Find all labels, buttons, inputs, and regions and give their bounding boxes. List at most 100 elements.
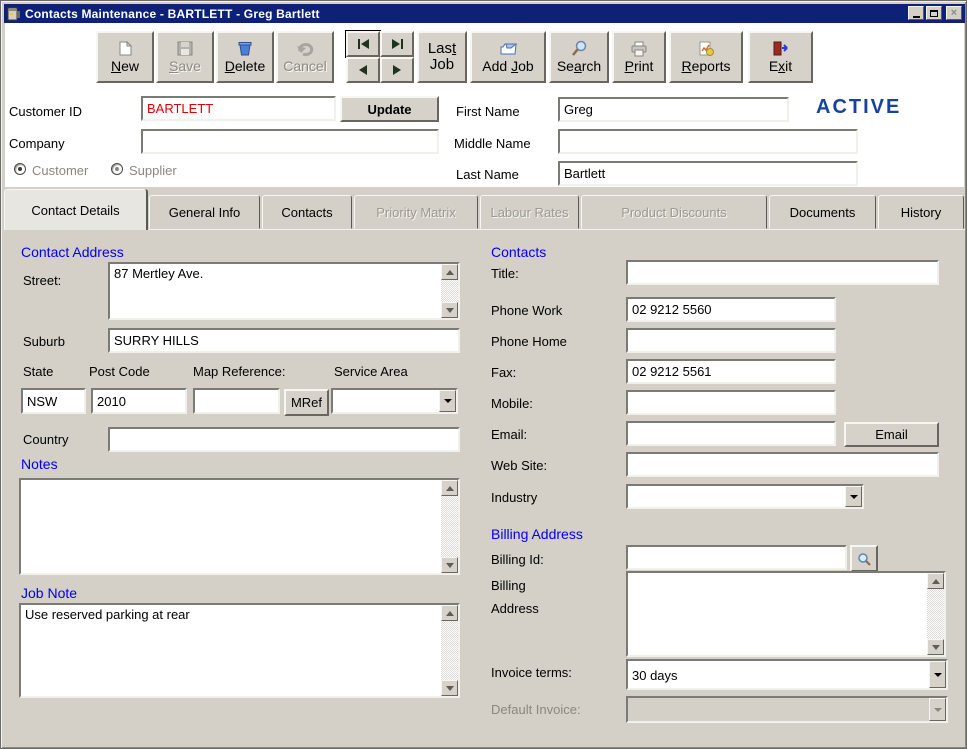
chevron-down-icon	[444, 399, 452, 403]
billing-address-textarea[interactable]	[628, 573, 927, 655]
exit-door-icon	[771, 40, 791, 57]
service-area-label: Service Area	[334, 364, 408, 379]
scroll-down-icon	[446, 686, 454, 691]
invoice-terms-select[interactable]: 30 days	[626, 659, 948, 690]
scroll-up-button[interactable]	[441, 264, 458, 280]
scroll-down-button[interactable]	[441, 680, 458, 696]
web-site-input[interactable]	[626, 452, 939, 477]
post-code-input[interactable]	[91, 388, 187, 414]
first-record-button[interactable]	[346, 31, 380, 57]
exit-button-label: Exit	[769, 59, 792, 74]
state-input[interactable]	[21, 388, 86, 414]
dropdown-button[interactable]	[929, 698, 946, 721]
job-note-scrollbar[interactable]	[441, 605, 458, 696]
reports-button[interactable]: Reports	[669, 31, 743, 83]
customer-radio[interactable]	[14, 163, 26, 175]
invoice-terms-label: Invoice terms:	[491, 665, 572, 680]
notes-textarea[interactable]	[21, 480, 441, 573]
last-job-button[interactable]: Last Job	[417, 31, 467, 83]
job-note-textarea-box: Use reserved parking at rear	[19, 603, 460, 698]
scroll-up-button[interactable]	[441, 480, 458, 496]
tab-contacts[interactable]: Contacts	[262, 195, 352, 229]
next-record-button[interactable]	[380, 57, 414, 83]
mobile-input[interactable]	[626, 390, 836, 415]
country-input[interactable]	[108, 427, 460, 452]
tab-contact-details[interactable]: Contact Details	[4, 189, 147, 230]
dropdown-button[interactable]	[845, 486, 862, 507]
maximize-icon	[930, 10, 938, 17]
mref-button[interactable]: MRef	[284, 389, 329, 416]
title-bar[interactable]: Contacts Maintenance - BARTLETT - Greg B…	[4, 4, 965, 23]
scroll-up-button[interactable]	[927, 573, 944, 589]
tab-history[interactable]: History	[878, 195, 964, 229]
exit-button[interactable]: Exit	[748, 31, 813, 83]
default-invoice-label: Default Invoice:	[491, 702, 581, 717]
reports-button-label: Reports	[681, 59, 730, 74]
last-record-button[interactable]	[380, 31, 414, 57]
cancel-button[interactable]: Cancel	[276, 31, 334, 83]
billing-address-scrollbar[interactable]	[927, 573, 944, 655]
supplier-radio[interactable]	[111, 163, 123, 175]
tab-documents[interactable]: Documents	[769, 195, 876, 229]
last-name-label: Last Name	[456, 167, 519, 182]
print-button[interactable]: Print	[612, 31, 666, 83]
billing-id-lookup-button[interactable]	[850, 545, 878, 572]
tab-general-info[interactable]: General Info	[149, 195, 260, 229]
application-icon	[7, 7, 21, 21]
street-scrollbar[interactable]	[441, 264, 458, 318]
phone-work-input[interactable]	[626, 297, 836, 322]
update-button[interactable]: Update	[340, 96, 439, 122]
tab-priority-matrix[interactable]: Priority Matrix	[354, 195, 478, 229]
save-button[interactable]: Save	[156, 31, 214, 83]
phone-home-input[interactable]	[626, 328, 836, 353]
scroll-down-icon	[446, 308, 454, 313]
search-button-label: Search	[557, 59, 601, 74]
default-invoice-select[interactable]	[626, 696, 948, 723]
title-input[interactable]	[626, 260, 939, 285]
delete-button[interactable]: Delete	[216, 31, 274, 83]
phone-work-label: Phone Work	[491, 303, 562, 318]
company-input[interactable]	[141, 129, 439, 154]
scroll-down-button[interactable]	[441, 557, 458, 573]
service-area-select[interactable]	[331, 388, 458, 414]
new-button[interactable]: New	[96, 31, 154, 83]
fax-input[interactable]	[626, 359, 836, 384]
suburb-label: Suburb	[23, 334, 65, 349]
map-reference-input[interactable]	[193, 388, 280, 414]
status-badge: ACTIVE	[816, 96, 901, 119]
scroll-up-icon	[446, 270, 454, 275]
job-note-textarea[interactable]: Use reserved parking at rear	[21, 605, 441, 696]
search-button[interactable]: Search	[549, 31, 609, 83]
street-textarea[interactable]: 87 Mertley Ave.	[110, 264, 441, 318]
contacts-maintenance-window: Contacts Maintenance - BARTLETT - Greg B…	[0, 0, 967, 749]
previous-record-button[interactable]	[346, 57, 380, 83]
scroll-down-button[interactable]	[927, 639, 944, 655]
notes-scrollbar[interactable]	[441, 480, 458, 573]
tab-content-divider	[4, 229, 965, 230]
email-input[interactable]	[626, 421, 836, 446]
industry-select[interactable]	[626, 484, 864, 509]
first-name-input[interactable]	[558, 97, 789, 122]
next-record-icon	[393, 65, 401, 75]
tab-labour-rates[interactable]: Labour Rates	[480, 195, 579, 229]
add-job-button[interactable]: Add Job	[470, 31, 546, 83]
customer-id-input[interactable]	[141, 96, 336, 121]
middle-name-input[interactable]	[558, 129, 858, 154]
suburb-input[interactable]	[108, 328, 460, 353]
maximize-button[interactable]	[926, 6, 942, 20]
last-name-input[interactable]	[558, 161, 858, 186]
billing-id-input[interactable]	[626, 545, 847, 570]
scroll-up-button[interactable]	[441, 605, 458, 621]
save-floppy-icon	[176, 40, 194, 57]
email-button[interactable]: Email	[844, 422, 939, 447]
dropdown-button[interactable]	[439, 390, 456, 412]
mobile-label: Mobile:	[491, 396, 533, 411]
dropdown-button[interactable]	[929, 661, 946, 688]
reports-icon	[697, 40, 715, 57]
scroll-up-icon	[446, 486, 454, 491]
map-reference-label: Map Reference:	[193, 364, 286, 379]
tab-product-discounts[interactable]: Product Discounts	[581, 195, 767, 229]
minimize-button[interactable]	[908, 6, 924, 20]
scroll-down-button[interactable]	[441, 302, 458, 318]
close-button[interactable]: ×	[946, 6, 962, 20]
